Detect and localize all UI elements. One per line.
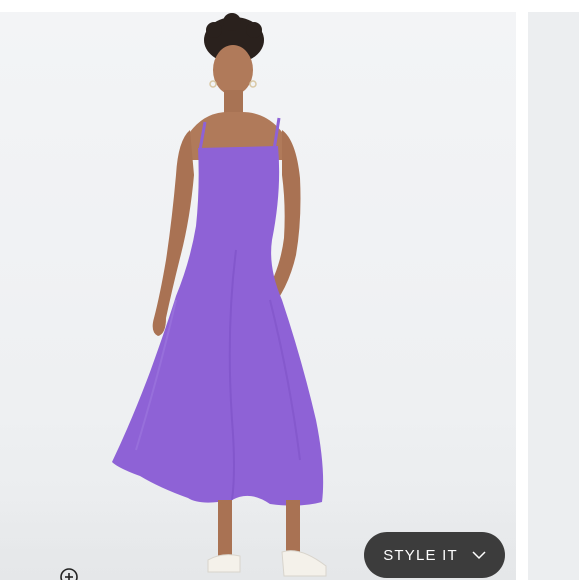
zoom-in-icon: [60, 568, 78, 580]
product-image[interactable]: [0, 12, 516, 580]
style-it-button[interactable]: STYLE IT: [364, 532, 505, 578]
product-gallery: STYLE IT: [0, 0, 579, 580]
zoom-button[interactable]: [56, 564, 84, 580]
model-in-purple-dress: [112, 13, 327, 577]
next-product-image-peek[interactable]: [528, 12, 579, 580]
style-it-label: STYLE IT: [383, 546, 458, 564]
chevron-down-icon: [472, 550, 486, 560]
